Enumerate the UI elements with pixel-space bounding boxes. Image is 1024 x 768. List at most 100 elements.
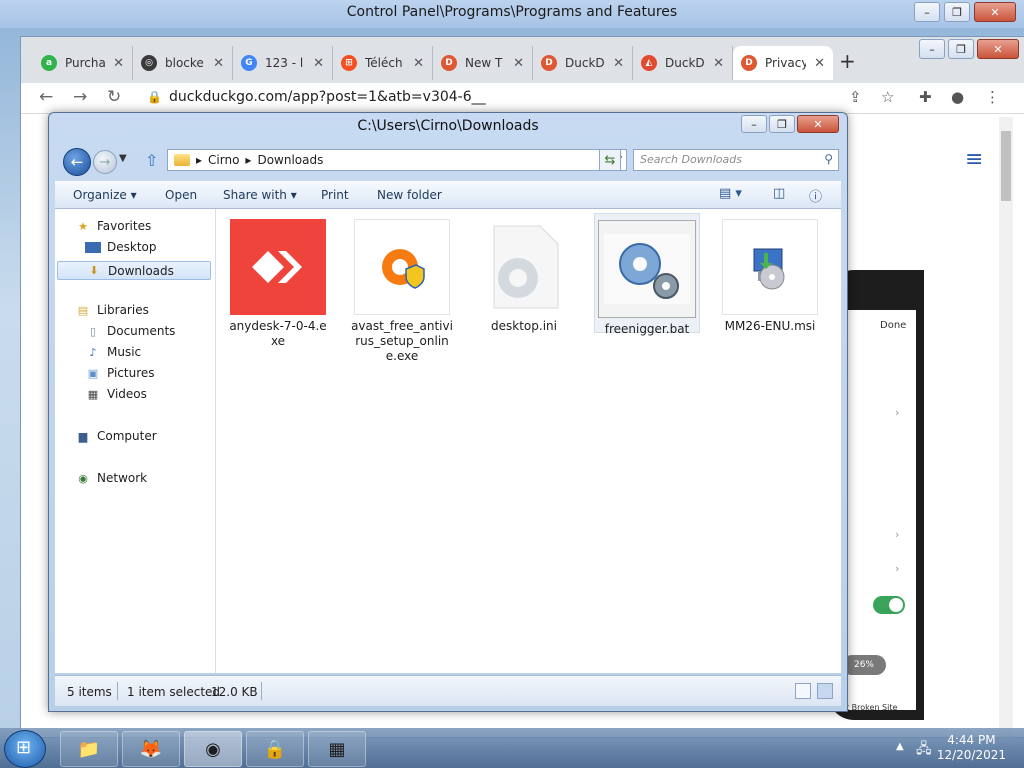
star-icon: ★: [78, 219, 88, 233]
nav-favorites[interactable]: ★ Favorites: [75, 219, 151, 233]
control-panel-taskbar-icon[interactable]: ▦: [308, 731, 366, 767]
search-input[interactable]: Search Downloads ⚲: [633, 149, 839, 171]
chrome-taskbar-icon[interactable]: ◉: [184, 731, 242, 767]
chrome-close-button[interactable]: ✕: [977, 39, 1019, 59]
organize-button[interactable]: Organize ▾: [73, 188, 137, 202]
nav-network[interactable]: ◉ Network: [75, 471, 147, 485]
firefox-taskbar-icon[interactable]: 🦊: [122, 731, 180, 767]
search-icon[interactable]: ⚲: [824, 152, 833, 166]
network-tray-icon[interactable]: 🖧: [916, 738, 932, 762]
batch-file-icon: [598, 220, 696, 318]
start-button[interactable]: [4, 730, 46, 768]
file-item[interactable]: freenigger.bat: [594, 213, 700, 336]
explorer-title: C:\Users\Cirno\Downloads: [357, 118, 539, 134]
large-icons-view-icon[interactable]: [817, 683, 833, 699]
tab-favicon-icon: ◭: [641, 55, 657, 71]
browser-tab[interactable]: G 123 - l ✕: [233, 46, 333, 80]
minimize-button[interactable]: –: [914, 2, 940, 22]
browser-tab[interactable]: ◭ DuckD ✕: [633, 46, 733, 80]
file-item[interactable]: MM26-ENU.msi: [718, 217, 822, 334]
phone-toggle: [873, 596, 905, 614]
bookmark-star-icon[interactable]: ☆: [881, 88, 894, 106]
profile-icon[interactable]: ●: [951, 88, 964, 106]
share-icon[interactable]: ⇪: [849, 88, 862, 106]
tab-close-icon[interactable]: ✕: [513, 56, 524, 71]
chrome-menu-icon[interactable]: ⋮: [985, 88, 1000, 106]
nav-videos[interactable]: ▦ Videos: [85, 387, 147, 401]
browser-tab[interactable]: a Purcha ✕: [33, 46, 133, 80]
chrome-tabstrip: a Purcha ✕ ◎ blocke ✕ G 123 - l ✕ ⊞ Téléch ✕ D New T ✕…: [21, 37, 1024, 83]
vpn-taskbar-icon[interactable]: 🔒: [246, 731, 304, 767]
tab-close-icon[interactable]: ✕: [213, 56, 224, 71]
tab-close-icon[interactable]: ✕: [413, 56, 424, 71]
browser-tab[interactable]: D DuckD ✕: [533, 46, 633, 80]
browser-tab[interactable]: D New T ✕: [433, 46, 533, 80]
nav-pictures[interactable]: ▣ Pictures: [85, 366, 155, 380]
change-view-icon[interactable]: ▤ ▾: [719, 186, 742, 201]
browser-tab[interactable]: ◎ blocke ✕: [133, 46, 233, 80]
browser-tab[interactable]: D Privacy ✕: [733, 46, 833, 80]
url-field[interactable]: duckduckgo.com/app?post=1&atb=v304-6__: [169, 89, 486, 105]
tab-close-icon[interactable]: ✕: [313, 56, 324, 71]
file-item[interactable]: desktop.ini: [472, 217, 576, 334]
file-item[interactable]: avast_free_antivirus_setup_online.exe: [350, 217, 454, 364]
music-icon: ♪: [89, 345, 97, 359]
up-arrow-icon[interactable]: ⇧: [145, 151, 158, 170]
explorer-close-button[interactable]: ✕: [797, 115, 839, 133]
chrome-maximize-button[interactable]: ❐: [948, 39, 974, 59]
file-item[interactable]: anydesk-7-0-4.exe: [226, 217, 330, 349]
tab-label: Téléch: [365, 56, 403, 70]
recent-pages-dropdown-icon[interactable]: ▼: [119, 153, 127, 164]
address-bar-row: ← → ↻ 🔒 duckduckgo.com/app?post=1&atb=v3…: [21, 83, 1024, 114]
folder-icon: [174, 154, 190, 166]
maximize-button[interactable]: ❐: [944, 2, 970, 22]
nav-downloads[interactable]: ⬇ Downloads: [57, 261, 211, 280]
new-folder-button[interactable]: New folder: [377, 188, 442, 202]
breadcrumb-item-cirno[interactable]: Cirno: [208, 153, 239, 167]
tab-close-icon[interactable]: ✕: [613, 56, 624, 71]
close-button[interactable]: ✕: [974, 2, 1016, 22]
network-icon: ◉: [78, 471, 88, 485]
tab-close-icon[interactable]: ✕: [713, 56, 724, 71]
page-scrollbar[interactable]: [999, 117, 1013, 737]
back-arrow-icon[interactable]: ←: [39, 87, 53, 107]
nav-documents[interactable]: ▯ Documents: [85, 324, 175, 338]
chevron-right-icon: ›: [895, 406, 900, 419]
back-button[interactable]: ←: [63, 148, 91, 176]
help-icon[interactable]: ⓘ: [809, 186, 822, 205]
extensions-icon[interactable]: ✚: [919, 88, 932, 106]
clock[interactable]: 4:44 PM 12/20/2021: [937, 733, 1006, 763]
share-with-button[interactable]: Share with ▾: [223, 188, 297, 202]
open-button[interactable]: Open: [165, 188, 197, 202]
nav-music[interactable]: ♪ Music: [85, 345, 141, 359]
preview-pane-icon[interactable]: ◫: [773, 186, 785, 201]
details-view-icon[interactable]: [795, 683, 811, 699]
explorer-maximize-button[interactable]: ❐: [769, 115, 795, 133]
tab-favicon-icon: D: [741, 55, 757, 71]
breadcrumb-item-downloads[interactable]: Downloads: [257, 153, 323, 167]
print-button[interactable]: Print: [321, 188, 349, 202]
nav-libraries[interactable]: ▤ Libraries: [75, 303, 149, 317]
selection-count: 1 item selected: [127, 685, 221, 699]
hamburger-menu-icon[interactable]: ≡: [965, 147, 983, 172]
browser-tab[interactable]: ⊞ Téléch ✕: [333, 46, 433, 80]
new-tab-button[interactable]: +: [839, 49, 856, 73]
chrome-minimize-button[interactable]: –: [919, 39, 945, 59]
lock-icon[interactable]: 🔒: [147, 90, 162, 104]
nav-desktop[interactable]: Desktop: [85, 240, 157, 254]
tab-favicon-icon: a: [41, 55, 57, 71]
tray-expand-icon[interactable]: ▲: [896, 741, 904, 752]
tab-close-icon[interactable]: ✕: [814, 56, 825, 71]
tab-close-icon[interactable]: ✕: [113, 56, 124, 71]
reload-icon[interactable]: ↻: [107, 87, 121, 107]
nav-computer[interactable]: ▆ Computer: [75, 429, 157, 443]
forward-arrow-icon[interactable]: →: [73, 87, 87, 107]
forward-button[interactable]: →: [93, 150, 117, 174]
explorer-minimize-button[interactable]: –: [741, 115, 767, 133]
explorer-taskbar-icon[interactable]: 📁: [60, 731, 118, 767]
explorer-nav-bar: ← → ▼ ⇧ ▸ Cirno ▸ Downloads ▼ ⇆ Search D…: [55, 147, 841, 176]
breadcrumb[interactable]: ▸ Cirno ▸ Downloads ▼: [167, 149, 627, 171]
search-placeholder: Search Downloads: [640, 153, 742, 166]
libraries-icon: ▤: [77, 303, 89, 317]
refresh-button[interactable]: ⇆: [599, 149, 621, 171]
